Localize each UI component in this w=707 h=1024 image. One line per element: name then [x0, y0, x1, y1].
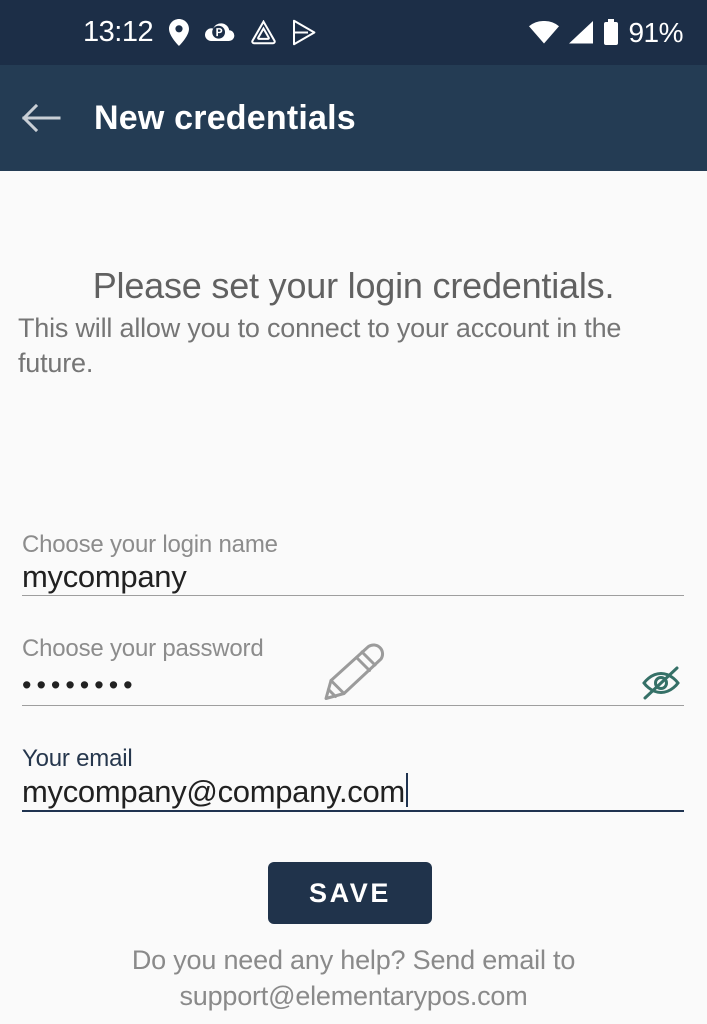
save-button[interactable]: SAVE [268, 862, 432, 924]
status-bar-left-group: 13:12 [83, 18, 317, 47]
password-value-row[interactable]: •••••••• [22, 663, 684, 705]
password-label: Choose your password [22, 635, 264, 662]
eye-off-icon [642, 666, 680, 700]
password-field[interactable]: Choose your password •••••••• [22, 635, 684, 706]
login-name-underline [22, 595, 684, 596]
status-bar-clock: 13:12 [83, 16, 154, 48]
battery-icon [604, 19, 619, 45]
battery-percent-label: 91% [628, 16, 683, 48]
login-name-input[interactable]: mycompany [22, 559, 187, 595]
login-name-value-row[interactable]: mycompany [22, 559, 684, 595]
wifi-icon [529, 21, 560, 44]
toggle-password-visibility-button[interactable] [638, 663, 684, 703]
drive-triangle-icon [251, 19, 276, 44]
app-bar: New credentials [0, 65, 707, 171]
email-underline [22, 810, 684, 812]
play-store-icon [293, 19, 316, 46]
text-cursor [405, 773, 408, 807]
login-name-field[interactable]: Choose your login name mycompany [22, 531, 684, 596]
subheadline: This will allow you to connect to your a… [18, 313, 622, 378]
email-label: Your email [22, 745, 133, 772]
back-button[interactable] [18, 95, 64, 141]
status-bar: 13:12 91% [0, 0, 707, 65]
content-area: Please set your login credentials. This … [0, 171, 707, 1024]
page-title: New credentials [94, 98, 356, 137]
email-value-row[interactable]: mycompany@company.com [22, 773, 684, 810]
support-help-text: Do you need any help? Send email to supp… [131, 945, 576, 1011]
password-input[interactable]: •••••••• [22, 665, 138, 706]
password-underline [22, 705, 684, 706]
status-bar-right-group: 91% [529, 16, 683, 48]
arrow-left-icon [21, 103, 61, 133]
email-field[interactable]: Your email mycompany@company.com [22, 745, 684, 812]
headline: Please set your login credentials. [92, 265, 615, 306]
location-pin-icon [169, 19, 190, 46]
parking-cloud-icon [205, 22, 235, 41]
cellular-signal-icon [569, 21, 594, 44]
email-input[interactable]: mycompany@company.com [22, 774, 405, 809]
login-name-label: Choose your login name [22, 531, 278, 558]
